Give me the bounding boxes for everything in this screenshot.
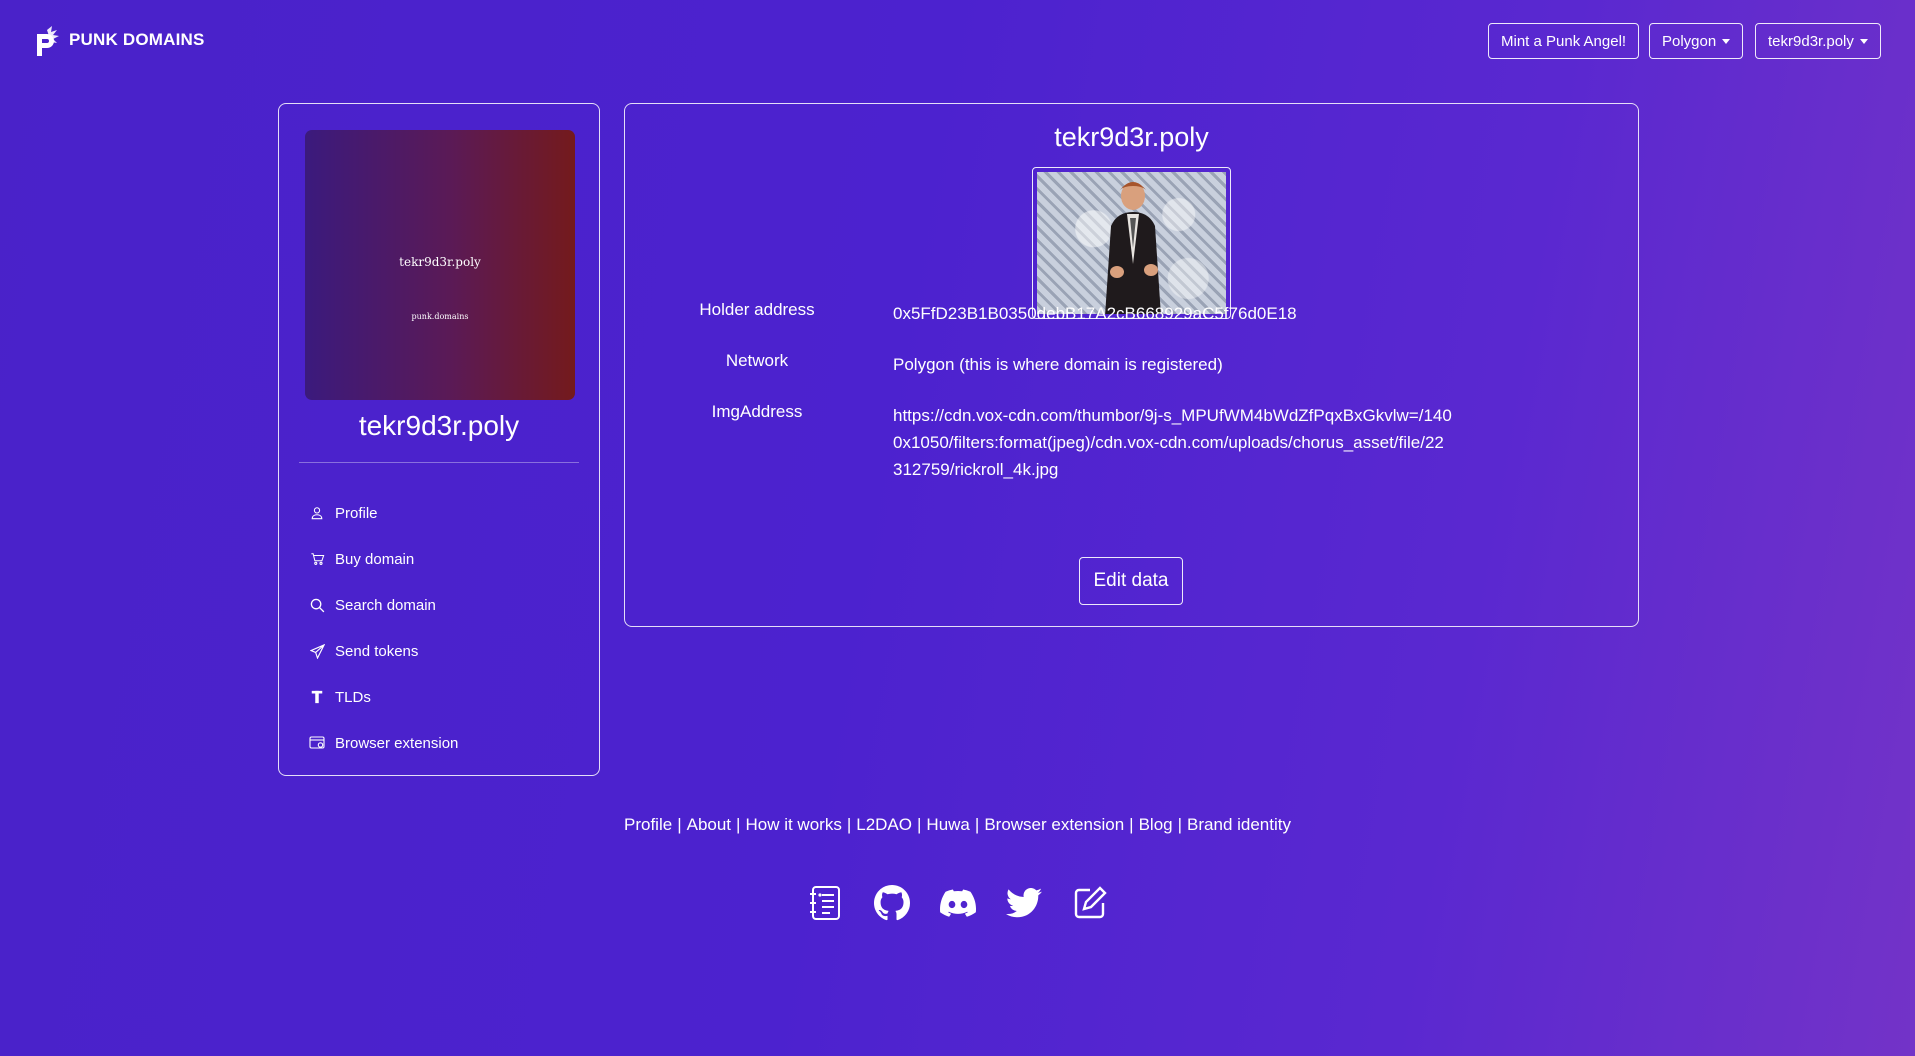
holder-address-label: Holder address <box>699 300 815 319</box>
send-icon <box>309 643 325 659</box>
brand-text: PUNK DOMAINS <box>69 30 205 49</box>
person-icon <box>309 505 325 521</box>
domain-nft-image: tekr9d3r.poly punk.domains <box>305 130 575 400</box>
footer-separator: | <box>1177 815 1183 834</box>
domain-image-frame <box>1032 167 1231 319</box>
domain-title: tekr9d3r.poly <box>1054 122 1209 152</box>
sidebar-item-label: Profile <box>335 504 378 522</box>
footer-separator: | <box>917 815 922 834</box>
footer-link-how-it-works[interactable]: How it works <box>745 815 841 834</box>
mint-punk-angel-button[interactable]: Mint a Punk Angel! <box>1488 23 1640 59</box>
discord-icon[interactable] <box>939 884 976 922</box>
network-dropdown-label: Polygon <box>1662 32 1717 50</box>
sidebar-item-profile[interactable]: Profile <box>309 490 458 536</box>
sidebar-item-buy-domain[interactable]: Buy domain <box>309 536 458 582</box>
footer-link-brand-identity[interactable]: Brand identity <box>1187 815 1291 834</box>
network-label: Network <box>725 351 789 370</box>
nft-domain-name: tekr9d3r.poly <box>399 255 481 269</box>
network-value: Polygon (this is where domain is registe… <box>893 355 1223 374</box>
footer-separator: | <box>846 815 852 834</box>
footer-link-l2dao[interactable]: L2DAO <box>856 815 912 834</box>
footer-separator: | <box>1129 815 1134 834</box>
domain-details-card: tekr9d3r.poly Holder address 0x5FfD23B1B… <box>624 103 1639 627</box>
sidebar-item-label: Send tokens <box>335 642 419 660</box>
footer-separator: | <box>677 815 682 834</box>
punk-logo-icon <box>37 24 59 56</box>
account-dropdown-label: tekr9d3r.poly <box>1768 32 1854 50</box>
footer-link-about[interactable]: About <box>687 815 731 834</box>
sidebar-item-label: Browser extension <box>335 734 459 752</box>
tld-icon <box>309 689 325 705</box>
person-figure <box>1104 182 1161 314</box>
sidebar-menu: Profile Buy domain Search domain Send to… <box>309 490 458 766</box>
sidebar-divider <box>299 462 579 463</box>
footer-link-browser-extension[interactable]: Browser extension <box>984 815 1124 834</box>
footer-separator: | <box>974 815 980 834</box>
twitter-icon[interactable] <box>1005 884 1042 922</box>
brand-link[interactable]: PUNK DOMAINS <box>29 22 205 58</box>
footer-separator: | <box>736 815 741 834</box>
domain-image <box>1037 172 1226 314</box>
holder-address-value: 0x5FfD23B1B0350debB17A2cB668929aC5f76d0E… <box>893 304 1297 323</box>
docs-icon[interactable] <box>808 884 844 922</box>
edit-data-button[interactable]: Edit data <box>1079 557 1183 605</box>
sidebar-item-tlds[interactable]: TLDs <box>309 674 458 720</box>
github-icon[interactable] <box>873 884 910 922</box>
sidebar-item-label: Search domain <box>335 596 436 614</box>
chevron-down-icon <box>1859 38 1868 44</box>
chevron-down-icon <box>1722 38 1731 44</box>
footer-link-blog[interactable]: Blog <box>1139 815 1173 834</box>
sidebar-item-send-tokens[interactable]: Send tokens <box>309 628 458 674</box>
img-address-value: https://cdn.vox-cdn.com/thumbor/9j-s_MPU… <box>893 406 1452 479</box>
sidebar-domain-title: tekr9d3r.poly <box>358 410 520 441</box>
account-dropdown[interactable]: tekr9d3r.poly <box>1755 23 1881 59</box>
sidebar-item-label: Buy domain <box>335 550 415 568</box>
sidebar-card: tekr9d3r.poly punk.domains tekr9d3r.poly… <box>278 103 600 776</box>
cart-icon <box>309 551 325 567</box>
footer-social-icons <box>0 884 1915 922</box>
footer-link-profile[interactable]: Profile <box>624 815 672 834</box>
footer-links: Profile | About | How it works | L2DAO | Huwa | Br… <box>0 815 1915 835</box>
nft-domain-sub: punk.domains <box>411 312 469 321</box>
network-dropdown[interactable]: Polygon <box>1649 23 1744 59</box>
img-address-label: ImgAddress <box>711 402 803 421</box>
sidebar-item-label: TLDs <box>335 688 371 706</box>
sidebar-item-search-domain[interactable]: Search domain <box>309 582 458 628</box>
browser-extension-icon <box>309 735 325 751</box>
sidebar-item-browser-extension[interactable]: Browser extension <box>309 720 458 766</box>
search-icon <box>309 597 325 613</box>
footer-link-huwa[interactable]: Huwa <box>926 815 969 834</box>
edit-icon[interactable] <box>1072 884 1108 922</box>
